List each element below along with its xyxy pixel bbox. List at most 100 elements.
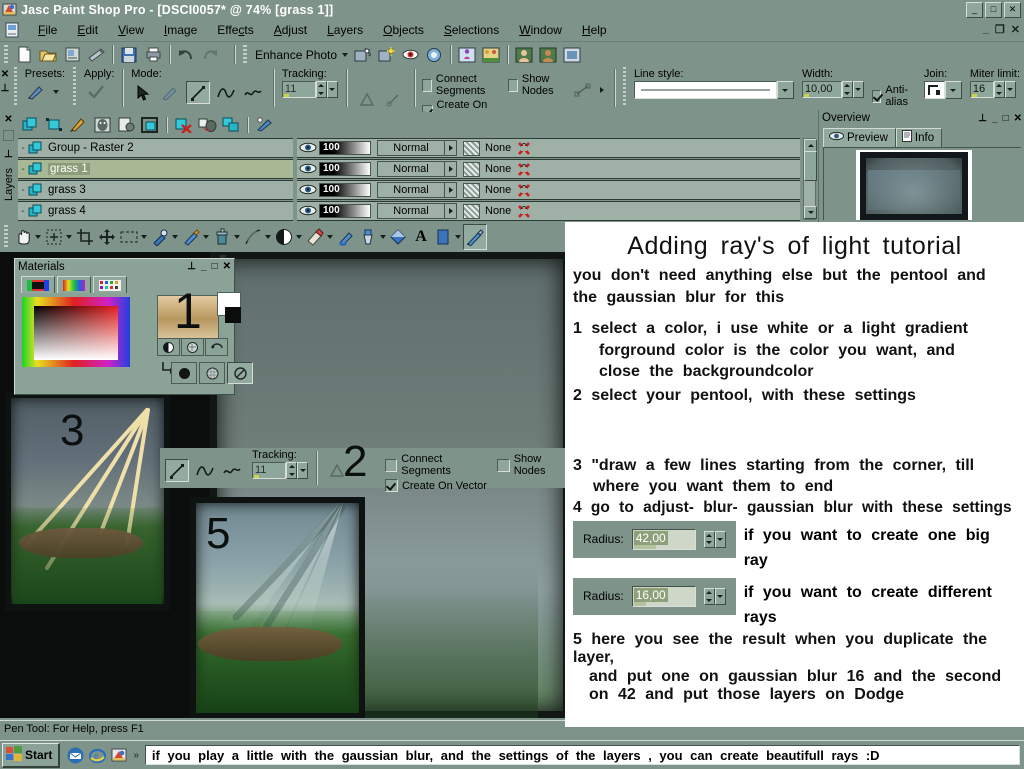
blend-mode-value[interactable]: Normal	[377, 182, 445, 198]
chevron-down-icon[interactable]	[342, 52, 349, 57]
rainbow-tab-icon[interactable]	[57, 276, 91, 293]
create-on-vector-checkbox-2[interactable]: Create On Vector	[384, 479, 489, 492]
menu-edit[interactable]: Edit	[67, 21, 108, 39]
add-node-icon[interactable]	[573, 79, 595, 100]
chevron-down-icon[interactable]	[234, 235, 240, 239]
scrollbar-thumb[interactable]	[804, 151, 817, 181]
new-icon[interactable]	[13, 44, 35, 65]
miter-slider-button[interactable]	[1004, 81, 1016, 98]
table-row[interactable]: - Group - Raster 2	[18, 138, 293, 158]
menu-selections[interactable]: Selections	[434, 21, 509, 39]
picture-tube-icon[interactable]	[335, 225, 357, 249]
checkbox-box[interactable]	[422, 78, 432, 92]
new-adjustment-layer-icon[interactable]	[115, 115, 137, 136]
new-layer-group-icon[interactable]	[139, 115, 161, 136]
radius-slider-button-1[interactable]	[714, 530, 726, 548]
table-row[interactable]: 100 Normal None	[297, 180, 800, 200]
table-row[interactable]: - grass 1	[18, 159, 293, 179]
mask-icon[interactable]	[463, 182, 480, 198]
paint-shop-pro-icon[interactable]	[111, 747, 128, 764]
mode-line-icon[interactable]	[186, 81, 211, 104]
show-nodes-checkbox-2[interactable]: Show Nodes	[497, 453, 572, 477]
taskbar-task-button[interactable]: if you play a little with the gaussian b…	[144, 745, 1020, 765]
null-material-button[interactable]	[227, 362, 253, 384]
tracking-stepper-2[interactable]: 11	[252, 462, 308, 479]
preset-pen-icon[interactable]	[26, 81, 48, 102]
table-row[interactable]: - grass 4	[18, 201, 293, 221]
crop-icon[interactable]	[74, 225, 96, 249]
style-button[interactable]	[157, 338, 180, 356]
chevron-down-icon[interactable]	[296, 235, 302, 239]
expand-toggle[interactable]: -	[18, 143, 28, 154]
doc-close-button[interactable]: ✕	[1011, 23, 1020, 36]
checkbox-box-checked[interactable]	[871, 89, 882, 103]
twain-acquire-icon[interactable]	[85, 44, 107, 65]
chevron-down-icon[interactable]	[455, 235, 461, 239]
minimize-icon[interactable]: _	[201, 261, 207, 272]
paint-brush-icon[interactable]	[180, 225, 202, 249]
mode-line-icon[interactable]	[165, 459, 189, 482]
pin-icon[interactable]: ⊥	[978, 113, 987, 124]
toolbar-grip[interactable]	[4, 45, 8, 64]
internet-explorer-icon[interactable]: e	[89, 747, 107, 764]
line-style-dropdown-arrow[interactable]	[776, 81, 794, 99]
lock-transparency-icon[interactable]	[517, 204, 531, 218]
eraser-icon[interactable]	[304, 225, 326, 249]
minimize-icon[interactable]: _	[992, 113, 998, 124]
checkbox-box-checked[interactable]	[384, 479, 398, 492]
blend-mode-value[interactable]: Normal	[377, 140, 445, 156]
connect-segments-checkbox[interactable]: Connect Segments	[422, 73, 500, 97]
blend-mode-dropdown-arrow[interactable]	[445, 182, 457, 198]
doc-minimize-button[interactable]: _	[983, 23, 989, 36]
photo-toolbar-grip[interactable]	[243, 45, 247, 64]
visibility-toggle-icon[interactable]	[299, 183, 317, 197]
checkbox-box[interactable]	[384, 458, 398, 472]
menu-effects[interactable]: Effects	[207, 21, 263, 39]
miter-stepper[interactable]: 16	[969, 81, 1020, 98]
foreground-material-swatch[interactable]: 1	[157, 286, 219, 339]
join-combo[interactable]	[923, 81, 962, 99]
table-row[interactable]: 100 Normal None	[297, 138, 800, 158]
table-row[interactable]: 100 Normal None	[297, 159, 800, 179]
show-nodes-checkbox[interactable]: Show Nodes	[508, 73, 564, 97]
menu-view[interactable]: View	[108, 21, 154, 39]
lock-transparency-icon[interactable]	[517, 141, 531, 155]
layers-scrollbar[interactable]	[803, 138, 817, 220]
radius-input-1[interactable]: 42,00	[631, 528, 696, 550]
expand-toggle[interactable]: -	[18, 185, 28, 196]
minimize-button[interactable]: _	[966, 2, 983, 18]
tab-preview[interactable]: Preview	[823, 128, 896, 147]
auto-contrast-icon[interactable]	[351, 44, 373, 65]
chevron-down-icon[interactable]	[66, 235, 72, 239]
anti-alias-checkbox[interactable]: Anti-alias	[871, 84, 916, 108]
lock-transparency-icon[interactable]	[517, 183, 531, 197]
close-icon[interactable]: ✕	[4, 114, 12, 125]
save-icon[interactable]	[118, 44, 140, 65]
blend-mode-dropdown-arrow[interactable]	[445, 140, 457, 156]
tracking-slider-button[interactable]	[326, 81, 338, 98]
preset-shape-icon[interactable]	[432, 225, 454, 249]
radius-spin-up-down-1[interactable]	[703, 530, 715, 548]
gaussian-blur-radius-dialog-2[interactable]: Radius: 16,00	[573, 577, 736, 615]
canvas-image-5[interactable]: 5	[190, 497, 365, 718]
tracking-spin-up-down-2[interactable]	[286, 462, 297, 479]
overview-preview-thumbnail[interactable]	[823, 147, 1021, 220]
print-icon[interactable]	[142, 44, 164, 65]
pan-icon[interactable]	[12, 225, 34, 249]
pin-icon[interactable]: ⊥	[187, 261, 196, 272]
tracking-value-2[interactable]: 11	[252, 462, 286, 479]
maximize-icon[interactable]: □	[212, 261, 218, 272]
merge-layer-icon[interactable]	[196, 115, 218, 136]
menu-image[interactable]: Image	[154, 21, 207, 39]
texture-icon[interactable]	[480, 44, 502, 65]
duplicate-layer-icon[interactable]	[220, 115, 242, 136]
visibility-toggle-icon[interactable]	[299, 141, 317, 155]
dodge-icon[interactable]	[273, 225, 295, 249]
tracking-spin-up-down[interactable]	[315, 81, 327, 98]
auto-brightness-icon[interactable]	[375, 44, 397, 65]
close-icon[interactable]: ✕	[1, 69, 9, 80]
expand-toggle[interactable]: -	[18, 206, 28, 217]
delete-layer-icon[interactable]	[172, 115, 194, 136]
sepia-icon[interactable]	[537, 44, 559, 65]
chevron-down-icon[interactable]	[172, 235, 178, 239]
